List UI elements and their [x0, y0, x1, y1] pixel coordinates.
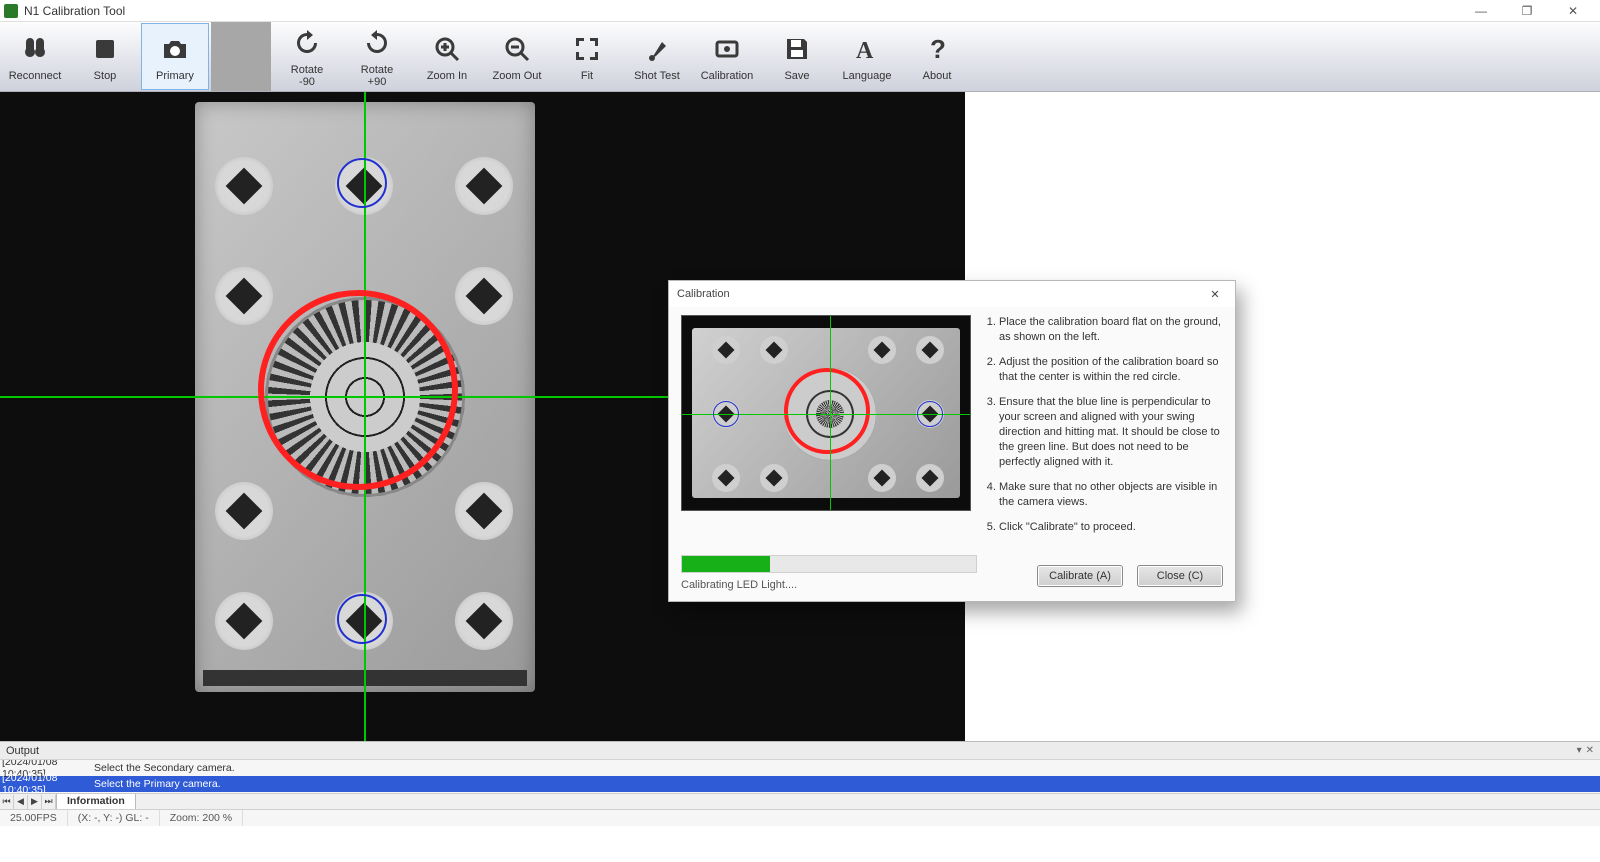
instruction-item: Make sure that no other objects are visi… [999, 480, 1223, 510]
toolbar-label: Stop [94, 70, 117, 82]
calib-icon [710, 32, 744, 66]
output-panel-close-icon[interactable]: ✕ [1586, 745, 1594, 756]
camera-icon [158, 32, 192, 66]
window-minimize-button[interactable]: — [1458, 0, 1504, 22]
save-button[interactable]: Save [763, 23, 831, 90]
status-fps: 25.00FPS [0, 810, 68, 826]
rotate-ccw-icon [290, 26, 324, 60]
toolbar-label: Zoom In [427, 70, 467, 82]
zoom-in-icon [430, 32, 464, 66]
status-zoom: Zoom: 200 % [160, 810, 243, 826]
blue-marker-top [337, 158, 387, 208]
titlebar: N1 Calibration Tool — ❐ ✕ [0, 0, 1600, 22]
zoom-out-icon [500, 32, 534, 66]
status-bar: 25.00FPS (X: -, Y: -) GL: - Zoom: 200 % [0, 809, 1600, 826]
output-panel-dropdown-icon[interactable]: ▾ [1577, 745, 1582, 756]
calibration-button[interactable]: Calibration [693, 23, 761, 90]
secondary-button[interactable] [211, 22, 271, 91]
toolbar-label: Language [843, 70, 892, 82]
dialog-title: Calibration [677, 288, 730, 300]
log-message: Select the Primary camera. [90, 778, 221, 790]
dialog-close-button[interactable]: ✕ [1203, 288, 1227, 301]
language-button[interactable]: Language [833, 23, 901, 90]
toolbar-label: Shot Test [634, 70, 680, 82]
output-panel: Output ▾ ✕ [2024/01/08 10:40:35]Select t… [0, 741, 1600, 793]
target-circle-red [258, 290, 458, 490]
toolbar-label: Calibration [701, 70, 754, 82]
about-button[interactable]: About [903, 23, 971, 90]
app-icon [4, 4, 18, 18]
fit-icon [570, 32, 604, 66]
window-close-button[interactable]: ✕ [1550, 0, 1596, 22]
window-maximize-button[interactable]: ❐ [1504, 0, 1550, 22]
output-tab-bar: ⏮◀▶⏭ Information [0, 793, 1600, 809]
toolbar-label: Fit [581, 70, 593, 82]
toolbar: Reconnect Stop Primary Rotate-90 Rotate+90 Zo… [0, 22, 1600, 92]
log-nav-last-button[interactable]: ⏭ [42, 795, 56, 809]
save-icon [780, 32, 814, 66]
toolbar-label: Rotate-90 [291, 64, 323, 88]
lang-icon [850, 32, 884, 66]
calibration-dialog: Calibration ✕ [668, 280, 1236, 602]
binoculars-icon [18, 32, 52, 66]
toolbar-label: Zoom Out [493, 70, 542, 82]
about-icon [920, 32, 954, 66]
dialog-titlebar[interactable]: Calibration ✕ [669, 281, 1235, 307]
instruction-item: Adjust the position of the calibration b… [999, 355, 1223, 385]
fit-button[interactable]: Fit [553, 23, 621, 90]
dialog-instructions: Place the calibration board flat on the … [981, 315, 1223, 545]
log-nav-next-button[interactable]: ▶ [28, 795, 42, 809]
rotate-cw-icon [360, 26, 394, 60]
log-timestamp: [2024/01/08 10:40:35] [0, 772, 90, 794]
log-row[interactable]: [2024/01/08 10:40:35]Select the Secondar… [0, 760, 1600, 776]
calibration-progress-bar [681, 555, 977, 573]
toolbar-label: Primary [156, 70, 194, 82]
calibrate-button[interactable]: Calibrate (A) [1037, 565, 1123, 587]
shottest-button[interactable]: Shot Test [623, 23, 691, 90]
instruction-item: Click "Calibrate" to proceed. [999, 520, 1223, 535]
information-tab[interactable]: Information [56, 794, 136, 810]
status-coords: (X: -, Y: -) GL: - [68, 810, 160, 826]
dialog-close-action-button[interactable]: Close (C) [1137, 565, 1223, 587]
output-panel-title: Output [6, 745, 39, 757]
app-title: N1 Calibration Tool [24, 4, 125, 18]
reconnect-button[interactable]: Reconnect [1, 23, 69, 90]
zoomout-button[interactable]: Zoom Out [483, 23, 551, 90]
stop-icon [88, 32, 122, 66]
blue-marker-bottom [337, 594, 387, 644]
instruction-item: Ensure that the blue line is perpendicul… [999, 395, 1223, 470]
instruction-item: Place the calibration board flat on the … [999, 315, 1223, 345]
toolbar-label: Reconnect [9, 70, 62, 82]
toolbar-label: About [923, 70, 952, 82]
dialog-reference-image [681, 315, 971, 511]
log-nav-prev-button[interactable]: ◀ [14, 795, 28, 809]
toolbar-label: Rotate+90 [361, 64, 393, 88]
stop-button[interactable]: Stop [71, 23, 139, 90]
log-row[interactable]: [2024/01/08 10:40:35]Select the Primary … [0, 776, 1600, 792]
rotp90-button[interactable]: Rotate+90 [343, 23, 411, 90]
primary-button[interactable]: Primary [141, 23, 209, 90]
log-nav-first-button[interactable]: ⏮ [0, 795, 14, 809]
shot-icon [640, 32, 674, 66]
rotm90-button[interactable]: Rotate-90 [273, 23, 341, 90]
log-message: Select the Secondary camera. [90, 762, 235, 774]
toolbar-label: Save [784, 70, 809, 82]
zoomin-button[interactable]: Zoom In [413, 23, 481, 90]
